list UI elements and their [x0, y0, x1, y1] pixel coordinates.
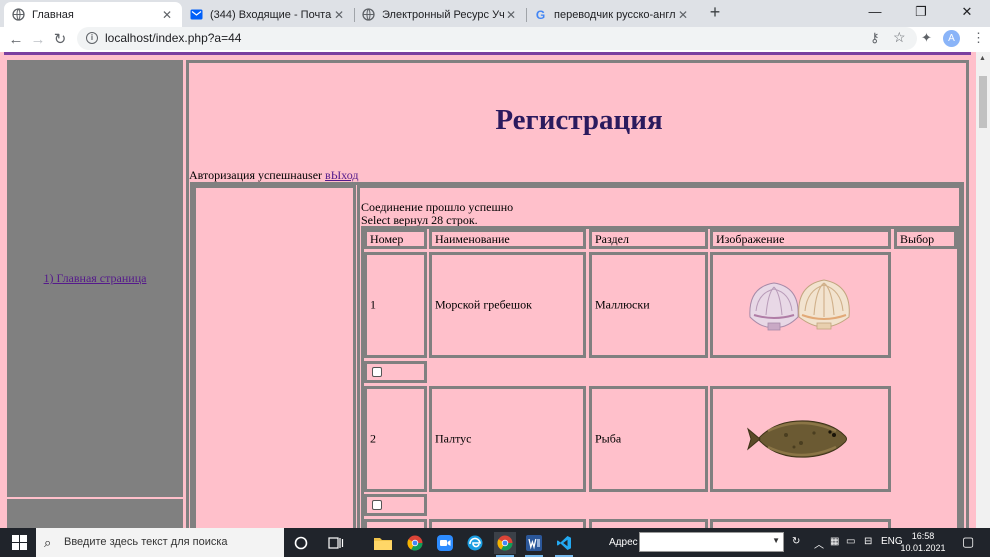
- row-section-cell: [589, 519, 708, 528]
- system-clock[interactable]: 16:58 10.01.2021: [900, 530, 946, 554]
- tab-title: (344) Входящие - Почта Mail.ru: [210, 8, 332, 21]
- table-row: 1: [364, 252, 427, 358]
- header-select: Выбор: [894, 229, 957, 249]
- reload-icon[interactable]: ↻: [50, 30, 70, 50]
- select-checkbox[interactable]: [372, 367, 382, 377]
- edge-icon[interactable]: [464, 532, 486, 554]
- checkbox-cell: [364, 494, 427, 516]
- page-viewport: 1) Главная страница Регистрация Авториза…: [0, 52, 990, 528]
- search-icon: ⌕: [44, 535, 52, 550]
- header-section: Раздел: [589, 229, 708, 249]
- tab-resource[interactable]: Электронный Ресурс Учебных Д ✕: [354, 2, 526, 27]
- close-tab-icon[interactable]: ✕: [160, 8, 174, 22]
- scrollbar-thumb[interactable]: [979, 76, 987, 128]
- auth-text: Авторизация успешнauser: [189, 168, 326, 182]
- row-name-cell: Морской гребешок: [429, 252, 586, 358]
- notification-icon[interactable]: ▢: [962, 534, 974, 550]
- row-name-cell: Палтус: [429, 386, 586, 492]
- checkbox-cell: [364, 361, 427, 383]
- google-icon: G: [535, 7, 546, 22]
- tab-title: переводчик русско-английский: [554, 8, 676, 21]
- chevron-down-icon[interactable]: ▼: [772, 536, 780, 545]
- minimize-button[interactable]: —: [852, 0, 898, 26]
- close-tab-icon[interactable]: ✕: [676, 8, 690, 22]
- table-row: [364, 519, 427, 528]
- people-icon[interactable]: ▦: [830, 536, 839, 547]
- task-view-icon[interactable]: [325, 532, 347, 554]
- tab-mail[interactable]: (344) Входящие - Почта Mail.ru ✕: [182, 2, 354, 27]
- back-arrow-icon[interactable]: ←: [6, 30, 26, 50]
- row-section-cell: Маллюски: [589, 252, 708, 358]
- word-icon[interactable]: [523, 532, 545, 557]
- browser-toolbar: ← → ↻ i localhost/index.php?a=44 ⚷ ☆: [0, 27, 990, 52]
- globe-icon: [12, 8, 25, 21]
- halibut-fish-image: [713, 389, 888, 489]
- outer-left-cell: [193, 185, 356, 528]
- chrome-running-icon[interactable]: [494, 532, 516, 557]
- address-bar[interactable]: i localhost/index.php?a=44 ⚷ ☆: [77, 27, 917, 50]
- row-image-cell: [710, 386, 891, 492]
- top-border-line: [4, 52, 971, 55]
- new-tab-button[interactable]: +: [705, 3, 725, 23]
- star-icon[interactable]: ☆: [893, 29, 906, 46]
- extensions-icon[interactable]: ✦: [921, 30, 932, 46]
- close-tab-icon[interactable]: ✕: [504, 8, 518, 22]
- refresh-icon[interactable]: ↻: [792, 536, 800, 547]
- avatar[interactable]: A: [943, 30, 960, 47]
- page-title: Регистрация: [495, 104, 663, 136]
- row-image-cell: [710, 252, 891, 358]
- key-icon[interactable]: ⚷: [870, 30, 880, 46]
- row-section-cell: Рыба: [589, 386, 708, 492]
- auth-status: Авторизация успешнauser вЫход: [189, 168, 358, 183]
- clock-time: 16:58: [911, 531, 935, 541]
- scallop-shells-image: [713, 255, 888, 355]
- tab-title: Главная: [32, 8, 74, 21]
- header-name: Наименование: [429, 229, 586, 249]
- url-text: localhost/index.php?a=44: [105, 31, 242, 45]
- mail-icon: [190, 8, 203, 21]
- restore-button[interactable]: ❐: [898, 0, 944, 26]
- tab-title: Электронный Ресурс Учебных Д: [382, 8, 504, 21]
- forward-arrow-icon[interactable]: →: [28, 30, 48, 50]
- page-scrollbar[interactable]: ▲: [976, 52, 990, 528]
- chrome-taskbar-icon[interactable]: [404, 532, 426, 554]
- select-checkbox[interactable]: [372, 500, 382, 510]
- row-image-cell: [710, 519, 891, 528]
- cortana-icon[interactable]: [290, 532, 312, 554]
- file-explorer-icon[interactable]: [372, 532, 394, 554]
- chevron-up-icon[interactable]: ︿: [814, 536, 824, 551]
- windows-start-icon[interactable]: [12, 535, 27, 550]
- close-tab-icon[interactable]: ✕: [332, 8, 346, 22]
- vscode-icon[interactable]: [553, 532, 575, 557]
- row-name-cell: [429, 519, 586, 528]
- taskbar-search-box[interactable]: ⌕ Введите здесь текст для поиска: [36, 528, 284, 557]
- menu-icon[interactable]: ⋮: [972, 30, 985, 46]
- logout-link[interactable]: вЫход: [325, 168, 358, 182]
- tab-home[interactable]: Главная ✕: [4, 2, 182, 27]
- zoom-icon[interactable]: [434, 532, 456, 554]
- left-nav-cell: 1) Главная страница: [7, 60, 183, 497]
- clock-date: 10.01.2021: [900, 543, 946, 553]
- windows-taskbar: ⌕ Введите здесь текст для поиска Адрес ▼…: [0, 528, 990, 557]
- info-icon[interactable]: i: [86, 32, 98, 44]
- tab-translator[interactable]: G переводчик русско-английский ✕: [526, 2, 698, 27]
- header-number: Номер: [364, 229, 427, 249]
- scroll-up-icon[interactable]: ▲: [979, 55, 986, 62]
- header-image: Изображение: [710, 229, 891, 249]
- close-window-button[interactable]: ✕: [944, 0, 990, 26]
- left-nav-cell-lower: [7, 499, 183, 528]
- globe-icon: [362, 8, 375, 21]
- network-icon[interactable]: ⊟: [864, 536, 872, 547]
- home-page-link[interactable]: 1) Главная страница: [7, 271, 183, 286]
- table-row: 2: [364, 386, 427, 492]
- address-toolbar-label: Адрес: [609, 537, 638, 548]
- taskbar-search-placeholder: Введите здесь текст для поиска: [64, 536, 228, 548]
- tab-strip: Главная ✕ (344) Входящие - Почта Mail.ru…: [0, 0, 990, 27]
- battery-icon[interactable]: ▭: [846, 536, 855, 547]
- address-toolbar-input[interactable]: ▼: [639, 532, 784, 552]
